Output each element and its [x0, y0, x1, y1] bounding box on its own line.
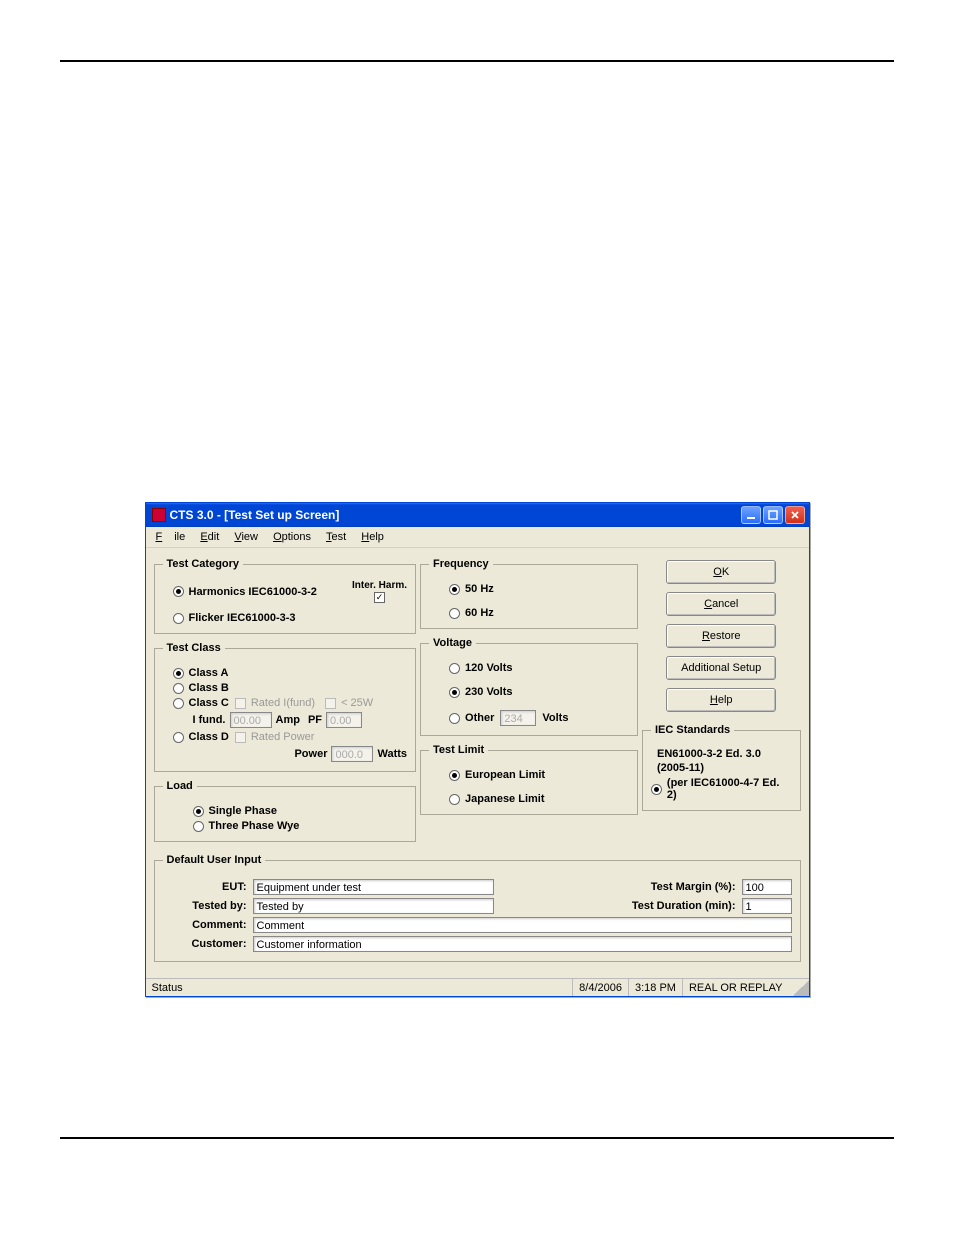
radio-three-phase-wye[interactable]: Three Phase Wye: [193, 820, 408, 832]
status-mode: REAL OR REPLAY: [682, 979, 789, 996]
additional-setup-button[interactable]: Additional Setup: [666, 656, 776, 680]
group-load: Load Single Phase Three Phase Wye: [154, 780, 417, 842]
label-eut: EUT:: [163, 881, 253, 893]
label-customer: Customer:: [163, 938, 253, 950]
label-pf: PF: [308, 714, 322, 726]
radio-120v[interactable]: 120 Volts: [449, 662, 629, 674]
left-column: Test Category Harmonics IEC61000-3-2 Int…: [154, 554, 417, 850]
label-tested-by: Tested by:: [163, 900, 253, 912]
label-amp: Amp: [276, 714, 300, 726]
group-default-user-input: Default User Input EUT: Equipment under …: [154, 854, 801, 962]
radio-60hz[interactable]: 60 Hz: [449, 607, 629, 619]
input-pf: 0.00: [326, 712, 362, 728]
app-window: CTS 3.0 - [Test Set up Screen] File Edit…: [145, 502, 810, 997]
resize-grip-icon[interactable]: [793, 980, 809, 996]
right-column: OK Cancel Restore Additional Setup Help …: [642, 554, 801, 819]
input-margin[interactable]: 100: [742, 879, 792, 895]
input-eut[interactable]: Equipment under test: [253, 879, 495, 895]
menu-edit[interactable]: Edit: [194, 529, 225, 545]
app-icon: [152, 508, 166, 522]
group-voltage: Voltage 120 Volts 230 Volts Other 234 Vo…: [420, 637, 638, 736]
radio-class-d[interactable]: Class D Rated Power: [173, 731, 408, 743]
status-date: 8/4/2006: [572, 979, 628, 996]
statusbar: Status 8/4/2006 3:18 PM REAL OR REPLAY: [146, 978, 809, 996]
label-power: Power: [294, 748, 327, 760]
check-rated-power: [235, 732, 246, 743]
label-duration: Test Duration (min):: [494, 900, 742, 912]
label-ifund: I fund.: [193, 714, 226, 726]
menu-test[interactable]: Test: [320, 529, 352, 545]
titlebar: CTS 3.0 - [Test Set up Screen]: [146, 503, 809, 527]
iec-line2: (2005-11): [651, 760, 792, 774]
label-comment: Comment:: [163, 919, 253, 931]
input-power: 000.0: [331, 746, 373, 762]
radio-flicker[interactable]: Flicker IEC61000-3-3: [173, 612, 408, 624]
menubar: File Edit View Options Test Help: [146, 527, 809, 548]
radio-european-limit[interactable]: European Limit: [449, 769, 629, 781]
radio-other-v[interactable]: Other 234 Volts: [449, 710, 629, 726]
legend-test-category: Test Category: [163, 558, 244, 570]
check-inter-harm[interactable]: ✓: [374, 592, 385, 603]
legend-iec-standards: IEC Standards: [651, 724, 734, 736]
check-lt25w: [325, 698, 336, 709]
menu-options[interactable]: Options: [267, 529, 317, 545]
menu-file[interactable]: File: [150, 529, 192, 545]
radio-class-c[interactable]: Class C Rated I(fund) < 25W: [173, 697, 408, 709]
close-button[interactable]: [785, 506, 805, 524]
input-other-voltage: 234: [500, 710, 536, 726]
minimize-button[interactable]: [741, 506, 761, 524]
radio-single-phase[interactable]: Single Phase: [193, 805, 408, 817]
group-test-limit: Test Limit European Limit Japanese Limit: [420, 744, 638, 815]
legend-frequency: Frequency: [429, 558, 493, 570]
label-volts: Volts: [542, 712, 568, 724]
group-test-category: Test Category Harmonics IEC61000-3-2 Int…: [154, 558, 417, 634]
input-tested-by[interactable]: Tested by: [253, 898, 495, 914]
radio-iec-4-7[interactable]: (per IEC61000-4-7 Ed. 2): [651, 777, 792, 801]
radio-japanese-limit[interactable]: Japanese Limit: [449, 793, 629, 805]
radio-class-a[interactable]: Class A: [173, 667, 408, 679]
legend-test-class: Test Class: [163, 642, 225, 654]
input-duration[interactable]: 1: [742, 898, 792, 914]
legend-default-user-input: Default User Input: [163, 854, 266, 866]
check-rated-i: [235, 698, 246, 709]
top-rule: [60, 60, 894, 62]
label-margin: Test Margin (%):: [494, 881, 742, 893]
document-page: CTS 3.0 - [Test Set up Screen] File Edit…: [0, 0, 954, 1199]
input-ifund: 00.00: [230, 712, 272, 728]
iec-line1: EN61000-3-2 Ed. 3.0: [651, 746, 792, 760]
legend-load: Load: [163, 780, 197, 792]
cancel-button[interactable]: Cancel: [666, 592, 776, 616]
ok-button[interactable]: OK: [666, 560, 776, 584]
label-inter-harm: Inter. Harm.: [352, 580, 407, 591]
status-time: 3:18 PM: [628, 979, 682, 996]
group-frequency: Frequency 50 Hz 60 Hz: [420, 558, 638, 629]
legend-voltage: Voltage: [429, 637, 476, 649]
status-text: Status: [146, 979, 573, 996]
content-gap: [60, 82, 894, 502]
menu-help[interactable]: Help: [355, 529, 390, 545]
help-button[interactable]: Help: [666, 688, 776, 712]
client-area: Test Category Harmonics IEC61000-3-2 Int…: [146, 548, 809, 978]
radio-50hz[interactable]: 50 Hz: [449, 583, 629, 595]
label-watts: Watts: [377, 748, 407, 760]
radio-harmonics[interactable]: Harmonics IEC61000-3-2: [173, 586, 317, 598]
input-comment[interactable]: Comment: [253, 917, 792, 933]
group-iec-standards: IEC Standards EN61000-3-2 Ed. 3.0 (2005-…: [642, 724, 801, 811]
restore-button[interactable]: Restore: [666, 624, 776, 648]
input-customer[interactable]: Customer information: [253, 936, 792, 952]
maximize-button[interactable]: [763, 506, 783, 524]
window-title: CTS 3.0 - [Test Set up Screen]: [170, 508, 739, 522]
bottom-rule: [60, 1137, 894, 1139]
legend-test-limit: Test Limit: [429, 744, 488, 756]
middle-column: Frequency 50 Hz 60 Hz Voltage 120 Volts …: [420, 554, 638, 823]
group-test-class: Test Class Class A Class B Class C Rated…: [154, 642, 417, 772]
radio-230v[interactable]: 230 Volts: [449, 686, 629, 698]
menu-view[interactable]: View: [228, 529, 264, 545]
radio-class-b[interactable]: Class B: [173, 682, 408, 694]
